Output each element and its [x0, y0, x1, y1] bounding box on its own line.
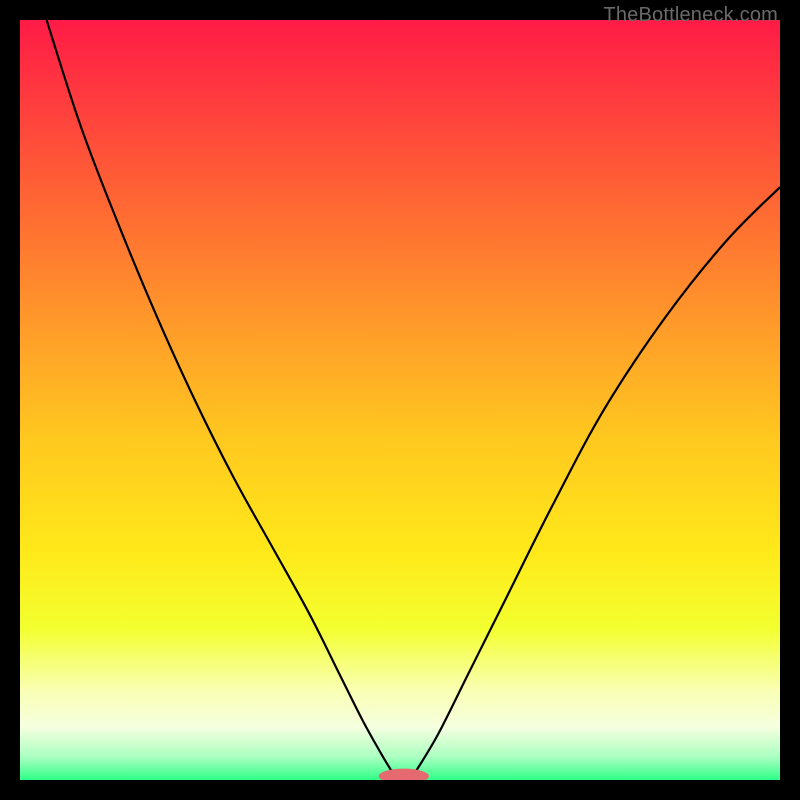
- attribution-text: TheBottleneck.com: [603, 4, 778, 27]
- gradient-background: [20, 20, 780, 780]
- plot-svg: [20, 20, 780, 780]
- chart-frame: [20, 20, 780, 780]
